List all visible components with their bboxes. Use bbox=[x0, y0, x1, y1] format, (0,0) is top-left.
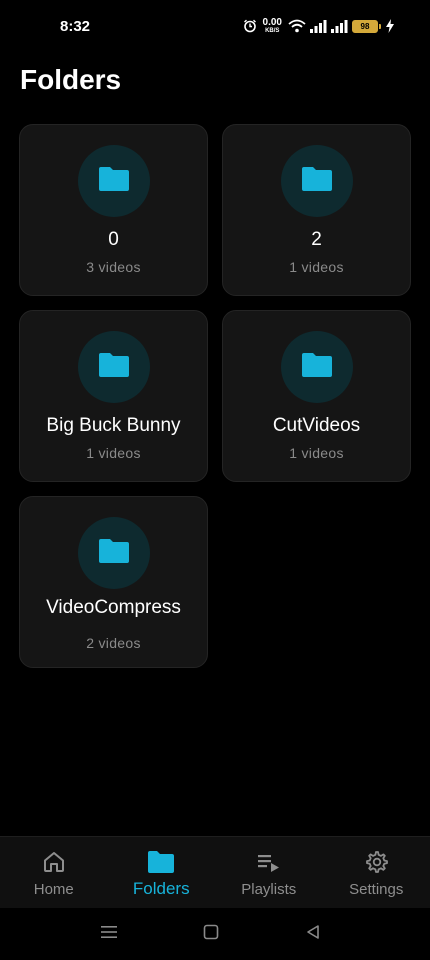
nav-label-home: Home bbox=[33, 881, 74, 898]
folder-icon-badge bbox=[78, 331, 150, 403]
system-nav-bar bbox=[0, 908, 430, 960]
nav-item-playlists[interactable]: Playlists bbox=[215, 837, 323, 908]
network-speed-value: 0.00 bbox=[262, 17, 282, 28]
signal-2-icon bbox=[331, 19, 348, 33]
alarm-icon bbox=[243, 19, 257, 33]
nav-item-folders[interactable]: Folders bbox=[108, 837, 216, 908]
home-square-icon[interactable] bbox=[203, 924, 219, 945]
nav-label-settings: Settings bbox=[349, 881, 404, 898]
folder-card[interactable]: 0 3 videos bbox=[19, 124, 208, 296]
folder-card[interactable]: 2 1 videos bbox=[222, 124, 411, 296]
folder-icon-badge bbox=[78, 517, 150, 589]
signal-1-icon bbox=[310, 19, 327, 33]
battery-indicator: 98 bbox=[352, 19, 381, 33]
folder-video-count: 1 videos bbox=[86, 445, 141, 461]
folder-icon bbox=[97, 165, 131, 198]
status-time: 8:32 bbox=[60, 18, 91, 35]
back-icon[interactable] bbox=[305, 924, 321, 945]
nav-item-home[interactable]: Home bbox=[0, 837, 108, 908]
folder-icon bbox=[300, 165, 334, 198]
folder-video-count: 1 videos bbox=[289, 259, 344, 275]
nav-label-folders: Folders bbox=[132, 879, 190, 898]
folder-name: CutVideos bbox=[272, 415, 361, 436]
network-speed-unit: KB/S bbox=[265, 28, 280, 34]
folder-video-count: 3 videos bbox=[86, 259, 141, 275]
folder-icon-badge bbox=[281, 145, 353, 217]
folder-card[interactable]: CutVideos 1 videos bbox=[222, 310, 411, 482]
wifi-icon bbox=[288, 19, 306, 33]
page-title: Folders bbox=[20, 64, 122, 95]
folder-icon bbox=[147, 849, 175, 875]
folder-video-count: 1 videos bbox=[289, 445, 344, 461]
status-bar: 8:32 0.00 KB/S 98 bbox=[0, 0, 430, 54]
folder-card[interactable]: VideoCompress 2 videos bbox=[19, 496, 208, 668]
folder-video-count: 2 videos bbox=[86, 635, 141, 651]
folder-card[interactable]: Big Buck Bunny 1 videos bbox=[19, 310, 208, 482]
nav-item-settings[interactable]: Settings bbox=[323, 837, 430, 908]
folder-icon-badge bbox=[78, 145, 150, 217]
folder-icon bbox=[97, 537, 131, 570]
bottom-nav: Home Folders Playlists Settings bbox=[0, 836, 430, 908]
nav-label-playlists: Playlists bbox=[241, 881, 297, 898]
network-speed: 0.00 KB/S bbox=[262, 17, 282, 35]
folder-name: Big Buck Bunny bbox=[46, 415, 181, 436]
folder-name: 2 bbox=[311, 229, 322, 250]
charging-icon bbox=[386, 19, 394, 33]
home-icon bbox=[42, 849, 66, 875]
status-icons: 0.00 KB/S 98 bbox=[243, 18, 394, 34]
folder-icon-badge bbox=[281, 331, 353, 403]
folder-icon bbox=[97, 351, 131, 384]
gear-icon bbox=[364, 849, 389, 875]
folder-name: 0 bbox=[108, 229, 119, 250]
folder-icon bbox=[300, 351, 334, 384]
playlist-icon bbox=[256, 849, 282, 875]
menu-icon[interactable] bbox=[100, 924, 118, 945]
folder-name: VideoCompress bbox=[46, 597, 181, 618]
